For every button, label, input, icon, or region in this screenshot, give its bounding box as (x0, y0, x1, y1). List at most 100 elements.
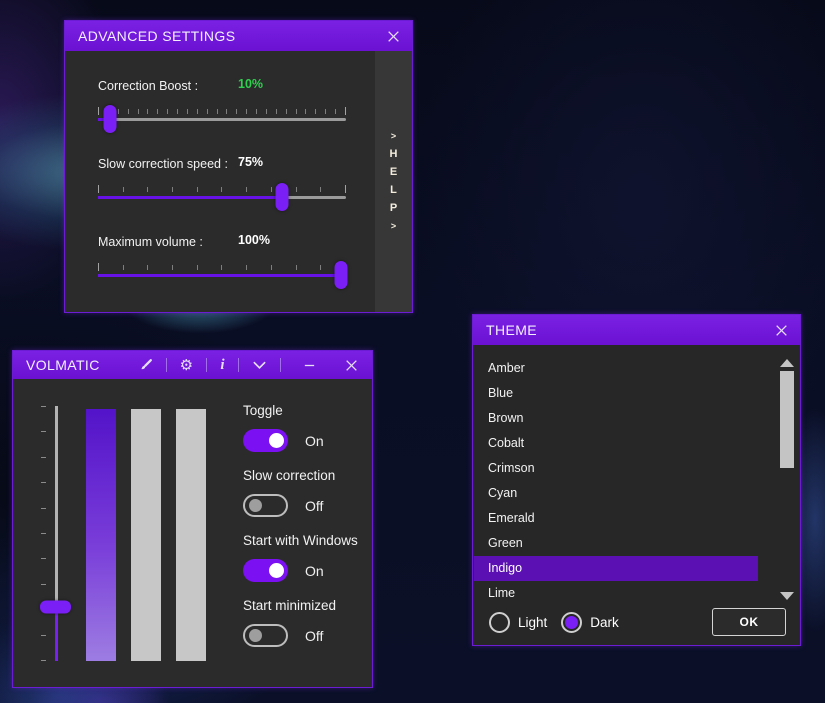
tick-mark (345, 107, 346, 115)
switch-knob[interactable] (269, 563, 284, 578)
scroll-up-icon[interactable] (780, 359, 794, 367)
slider-thumb[interactable] (275, 183, 288, 211)
theme-item-cyan[interactable]: Cyan (474, 481, 758, 506)
switch-knob[interactable] (249, 499, 262, 512)
tick-mark (41, 558, 46, 559)
tick-mark (118, 109, 119, 114)
theme-item-amber[interactable]: Amber (474, 356, 758, 381)
tick-mark (315, 109, 316, 114)
toggle-group-start-minimized: Start minimizedOff (243, 598, 358, 647)
advanced-settings-titlebar[interactable]: ADVANCED SETTINGS (65, 21, 412, 51)
tick-mark (345, 185, 346, 193)
toggle-switch-toggle[interactable] (243, 429, 288, 452)
volume-slider-thumb[interactable] (40, 601, 71, 614)
theme-item-lime[interactable]: Lime (474, 581, 758, 606)
tick-mark (221, 265, 222, 270)
brush-icon[interactable] (139, 358, 153, 372)
slider-ticks (98, 263, 346, 271)
maximum-volume-slider[interactable] (98, 274, 346, 277)
maximum-volume-value: 100% (238, 233, 270, 247)
toggle-label-slow-correction: Slow correction (243, 468, 358, 486)
toggle-state: On (305, 563, 324, 579)
tick-mark (187, 109, 188, 114)
tick-mark (147, 187, 148, 192)
slider-thumb[interactable] (104, 105, 117, 133)
ok-button[interactable]: OK (712, 608, 786, 636)
volume-bar-2[interactable] (131, 409, 161, 661)
close-icon[interactable] (774, 323, 789, 338)
tick-mark (296, 265, 297, 270)
chevron-down-icon[interactable] (252, 360, 267, 370)
theme-item-blue[interactable]: Blue (474, 381, 758, 406)
info-icon[interactable]: i (220, 357, 225, 374)
theme-item-crimson[interactable]: Crimson (474, 456, 758, 481)
help-char: > (391, 220, 396, 233)
slow-correction-speed-slider[interactable] (98, 196, 346, 199)
close-icon[interactable] (386, 29, 401, 44)
volume-bars (86, 409, 206, 661)
volume-bar-active[interactable] (86, 409, 116, 661)
radio-circle[interactable] (489, 612, 510, 633)
volmatic-toolbar: ⚙ i (126, 357, 361, 374)
tick-mark (138, 109, 139, 114)
switch-knob[interactable] (269, 433, 284, 448)
toggle-label-start-with-windows: Start with Windows (243, 533, 358, 551)
slider-label-row: Slow correction speed : 75% (98, 155, 346, 171)
tick-mark (41, 431, 46, 432)
tick-mark (172, 187, 173, 192)
mode-radio-light[interactable]: Light (489, 612, 547, 633)
toggle-row: Off (243, 494, 358, 517)
tick-mark (123, 265, 124, 270)
radio-circle[interactable] (561, 612, 582, 633)
minimize-icon[interactable] (303, 359, 316, 372)
correction-boost-value: 10% (238, 77, 263, 91)
maximum-volume-group: Maximum volume : 100% (98, 233, 346, 277)
theme-item-emerald[interactable]: Emerald (474, 506, 758, 531)
slider-thumb[interactable] (335, 261, 348, 289)
theme-title: THEME (486, 322, 537, 338)
help-char: P (390, 202, 397, 215)
toggle-switch-start-with-windows[interactable] (243, 559, 288, 582)
volmatic-titlebar[interactable]: VOLMATIC ⚙ i (13, 351, 372, 379)
tick-mark (320, 187, 321, 192)
theme-item-brown[interactable]: Brown (474, 406, 758, 431)
tick-mark (226, 109, 227, 114)
theme-item-cobalt[interactable]: Cobalt (474, 431, 758, 456)
toggle-switch-slow-correction[interactable] (243, 494, 288, 517)
toolbar-divider (166, 358, 167, 372)
tick-mark (335, 109, 336, 114)
theme-item-indigo[interactable]: Indigo (474, 556, 758, 581)
maximum-volume-label: Maximum volume : (98, 235, 203, 249)
theme-item-green[interactable]: Green (474, 531, 758, 556)
tick-mark (41, 508, 46, 509)
mode-radio-dark[interactable]: Dark (561, 612, 619, 633)
tick-mark (325, 109, 326, 114)
theme-scrollbar[interactable] (780, 359, 794, 609)
correction-boost-slider[interactable] (98, 118, 346, 121)
help-strip[interactable]: >HELP> (375, 51, 412, 312)
advanced-settings-body: Correction Boost : 10% Slow correction s… (65, 51, 412, 312)
tick-mark (41, 533, 46, 534)
close-icon[interactable] (344, 358, 359, 373)
switch-knob[interactable] (249, 629, 262, 642)
toolbar-divider (206, 358, 207, 372)
toggle-switch-start-minimized[interactable] (243, 624, 288, 647)
volmatic-window: VOLMATIC ⚙ i (12, 350, 373, 688)
scroll-down-icon[interactable] (780, 592, 794, 600)
toolbar-divider (238, 358, 239, 372)
tick-mark (41, 482, 46, 483)
scrollbar-thumb[interactable] (780, 371, 794, 468)
toggle-row: Off (243, 624, 358, 647)
master-volume-slider[interactable] (41, 406, 81, 661)
slider-label-row: Maximum volume : 100% (98, 233, 346, 249)
tick-mark (98, 185, 99, 193)
slider-ticks (98, 185, 346, 193)
radio-label: Light (518, 615, 547, 630)
tick-mark (221, 187, 222, 192)
tick-mark (157, 109, 158, 114)
theme-titlebar[interactable]: THEME (473, 315, 800, 345)
gear-icon[interactable]: ⚙ (180, 358, 194, 373)
tick-mark (271, 187, 272, 192)
tick-mark (296, 109, 297, 114)
volume-bar-3[interactable] (176, 409, 206, 661)
